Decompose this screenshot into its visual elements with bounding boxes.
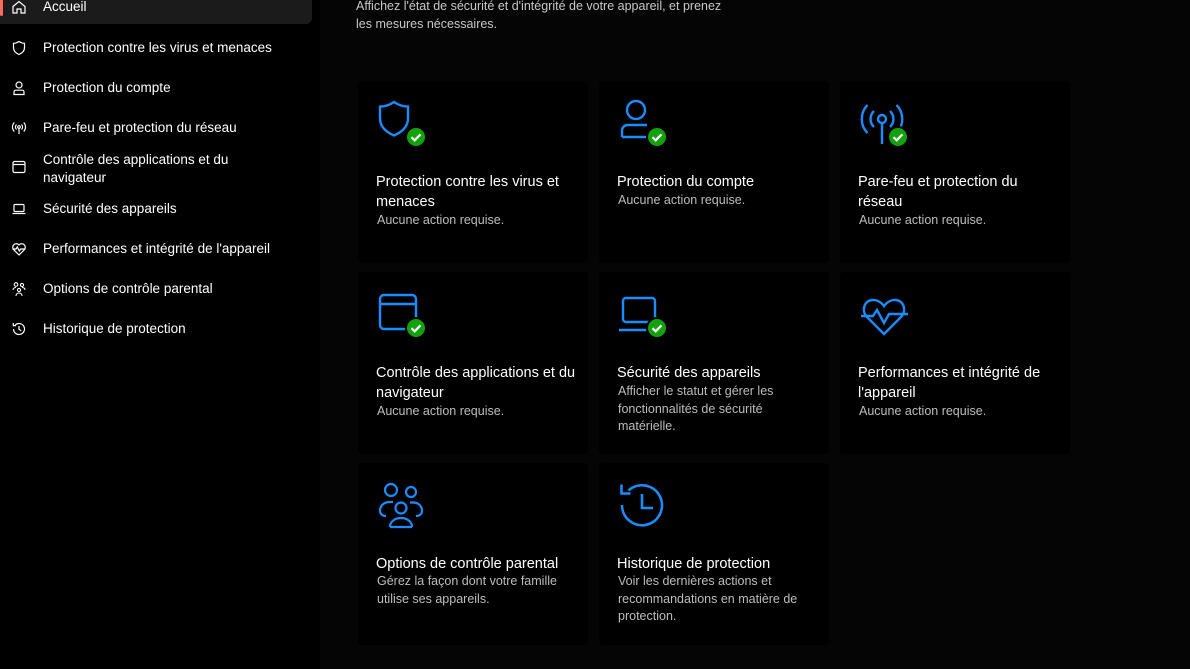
sidebar-item-account-protection[interactable]: Protection du compte bbox=[0, 77, 312, 99]
app-window-icon bbox=[376, 290, 432, 346]
sidebar-item-label: Protection contre les virus et menaces bbox=[43, 40, 272, 55]
person-icon bbox=[10, 79, 28, 97]
card-description: Aucune action requise. bbox=[859, 404, 987, 418]
card-title: Sécurité des appareils bbox=[617, 365, 761, 381]
sidebar: Accueil Protection contre les virus et m… bbox=[0, 0, 320, 669]
history-icon bbox=[10, 320, 28, 338]
card-description: Aucune action requise. bbox=[618, 193, 746, 207]
active-indicator bbox=[0, 0, 3, 16]
shield-icon bbox=[10, 39, 28, 57]
sidebar-item-home[interactable]: Accueil bbox=[0, 0, 312, 24]
card-virus-protection[interactable]: Protection contre les virus et menaces A… bbox=[358, 81, 588, 263]
card-title: Options de contrôle parental bbox=[376, 556, 559, 572]
card-device-performance[interactable]: Performances et intégrité de l'appareil … bbox=[840, 272, 1070, 454]
sidebar-item-label: Sécurité des appareils bbox=[43, 201, 177, 216]
sidebar-item-firewall[interactable]: Pare-feu et protection du réseau bbox=[0, 117, 312, 139]
sidebar-item-app-browser-control[interactable]: Contrôle des applications et du navigate… bbox=[0, 150, 312, 188]
antenna-icon bbox=[10, 119, 28, 137]
sidebar-item-device-performance[interactable]: Performances et intégrité de l'appareil bbox=[0, 238, 312, 260]
sidebar-item-protection-history[interactable]: Historique de protection bbox=[0, 318, 312, 340]
heart-pulse-icon bbox=[10, 240, 28, 258]
card-protection-history[interactable]: Historique de protection Voir les derniè… bbox=[599, 463, 829, 645]
person-icon bbox=[617, 99, 673, 155]
card-title: Historique de protection bbox=[617, 556, 771, 572]
card-title: Contrôle des applications et du navigate… bbox=[376, 365, 576, 401]
card-app-browser-control[interactable]: Contrôle des applications et du navigate… bbox=[358, 272, 588, 454]
card-description: Gérez la façon dont votre famille utilis… bbox=[377, 574, 557, 606]
sidebar-item-label: Accueil bbox=[43, 0, 87, 14]
home-icon bbox=[10, 0, 28, 16]
card-description: Voir les dernières actions et recommanda… bbox=[618, 574, 798, 623]
card-parental-options[interactable]: Options de contrôle parental Gérez la fa… bbox=[358, 463, 588, 645]
sidebar-item-label: Pare-feu et protection du réseau bbox=[43, 120, 237, 135]
laptop-icon bbox=[10, 200, 28, 218]
history-icon bbox=[617, 481, 673, 537]
sidebar-item-label: Performances et intégrité de l'appareil bbox=[43, 241, 270, 256]
sidebar-item-label: Protection du compte bbox=[43, 80, 171, 95]
card-description: Aucune action requise. bbox=[859, 213, 987, 227]
card-device-security[interactable]: Sécurité des appareils Afficher le statu… bbox=[599, 272, 829, 454]
sidebar-item-label: Historique de protection bbox=[43, 321, 186, 336]
card-account-protection[interactable]: Protection du compte Aucune action requi… bbox=[599, 81, 829, 263]
sidebar-item-virus-protection[interactable]: Protection contre les virus et menaces bbox=[0, 37, 312, 59]
card-title: Protection du compte bbox=[617, 174, 755, 190]
card-description: Afficher le statut et gérer les fonction… bbox=[618, 384, 774, 433]
sidebar-item-label: Contrôle des applications et du navigate… bbox=[43, 152, 229, 185]
family-icon bbox=[10, 280, 28, 298]
family-icon bbox=[376, 481, 432, 537]
main-content: Affichez l'état de sécurité et d'intégri… bbox=[320, 0, 1190, 669]
card-firewall[interactable]: Pare-feu et protection du réseau Aucune … bbox=[840, 81, 1070, 263]
shield-icon bbox=[376, 99, 432, 155]
sidebar-item-parental-options[interactable]: Options de contrôle parental bbox=[0, 278, 312, 300]
app-window-icon bbox=[10, 158, 28, 176]
sidebar-item-device-security[interactable]: Sécurité des appareils bbox=[0, 198, 312, 220]
card-title: Performances et intégrité de l'appareil bbox=[858, 365, 1041, 401]
card-title: Protection contre les virus et menaces bbox=[376, 174, 559, 210]
card-description: Aucune action requise. bbox=[377, 404, 505, 418]
card-title: Pare-feu et protection du réseau bbox=[858, 174, 1018, 210]
laptop-icon bbox=[617, 290, 673, 346]
card-description: Aucune action requise. bbox=[377, 213, 505, 227]
heart-pulse-icon bbox=[858, 290, 914, 346]
page-subtitle: Affichez l'état de sécurité et d'intégri… bbox=[356, 0, 722, 31]
sidebar-item-label: Options de contrôle parental bbox=[43, 281, 213, 296]
antenna-icon bbox=[858, 99, 914, 155]
